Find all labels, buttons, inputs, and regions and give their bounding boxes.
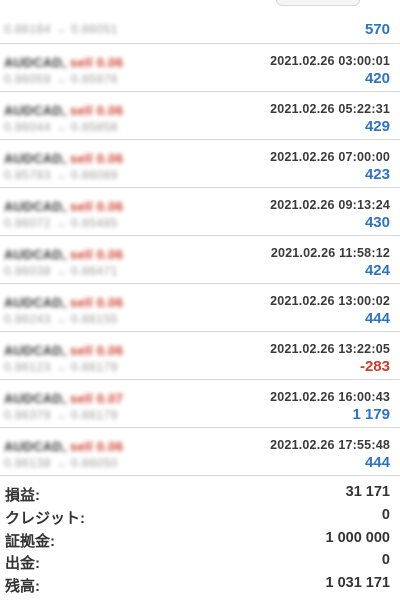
trade-profit: 444 [364, 310, 390, 327]
trade-symbol: AUDCAD, sell 0.06 [4, 295, 123, 310]
trade-prices: 0.86038 → 0.86471 [4, 264, 118, 278]
trade-side: sell 0.06 [69, 199, 124, 214]
trade-time: 2021.02.26 13:22:05 [270, 342, 390, 356]
trade-time: 2021.02.26 03:00:01 [270, 54, 390, 68]
trade-symbol-name: AUDCAD, [4, 151, 67, 166]
trade-profit: 424 [364, 262, 390, 279]
summary-row-balance: 残高: 1 031 171 [0, 573, 400, 596]
trade-profit: 429 [364, 118, 390, 135]
trade-profit: 420 [364, 70, 390, 87]
summary-row-profit: 損益: 31 171 [0, 482, 400, 505]
trade-prices: 0.86379 → 0.86179 [4, 408, 118, 422]
summary-value: 0 [381, 506, 390, 523]
trade-symbol-name: AUDCAD, [4, 391, 67, 406]
summary-row-withdrawal: 出金: 0 [0, 550, 400, 573]
trade-profit: -283 [359, 358, 390, 375]
trade-symbol: AUDCAD, sell 0.06 [4, 55, 123, 70]
trade-profit: 444 [364, 454, 390, 471]
trade-row[interactable]: AUDCAD, sell 0.06 0.86123 → 0.86179 2021.0… [0, 332, 400, 380]
trade-symbol-name: AUDCAD, [4, 55, 67, 70]
summary-label: 証拠金: [5, 532, 55, 550]
trade-side: sell 0.07 [69, 391, 124, 406]
trade-time: 2021.02.26 09:13:24 [270, 198, 390, 212]
summary-label: 出金: [5, 555, 40, 573]
trade-symbol: AUDCAD, sell 0.06 [4, 199, 123, 214]
trade-symbol-name: AUDCAD, [4, 343, 67, 358]
trade-profit: 430 [364, 214, 390, 231]
trade-symbol-name: AUDCAD, [4, 439, 67, 454]
trade-side: sell 0.06 [69, 55, 124, 70]
trade-symbol: AUDCAD, sell 0.07 [4, 391, 123, 406]
trade-row[interactable]: AUDCAD, sell 0.06 0.86038 → 0.86471 2021.0… [0, 236, 400, 284]
trade-prices: 0.86123 → 0.86179 [4, 360, 118, 374]
trade-row[interactable]: AUDCAD, sell 0.06 0.86044 → 0.85858 2021.0… [0, 92, 400, 140]
summary-value: 1 031 171 [325, 575, 390, 592]
trade-prices: 0.86184 → 0.86051 [4, 22, 118, 36]
trade-prices: 0.86138 → 0.86050 [4, 456, 118, 470]
trade-symbol-name: AUDCAD, [4, 295, 67, 310]
trade-profit: 1 179 [352, 406, 390, 423]
summary-label: 残高: [5, 578, 40, 596]
trade-prices: 0.86072 → 0.85485 [4, 216, 118, 230]
trade-symbol: AUDCAD, sell 0.06 [4, 247, 123, 262]
trade-row[interactable]: AUDCAD, sell 0.06 0.85783 → 0.86089 2021.0… [0, 140, 400, 188]
trade-symbol-name: AUDCAD, [4, 247, 67, 262]
top-bar [0, 0, 400, 8]
trade-time: 2021.02.26 17:55:48 [270, 438, 390, 452]
trade-side: sell 0.06 [69, 103, 124, 118]
trade-side: sell 0.06 [69, 295, 124, 310]
trade-row-partial[interactable]: 0.86184 → 0.86051 570 [0, 8, 400, 44]
trade-row[interactable]: AUDCAD, sell 0.07 0.86379 → 0.86179 2021.0… [0, 380, 400, 428]
trade-prices: 0.85783 → 0.86089 [4, 168, 118, 182]
summary-label: クレジット: [5, 509, 85, 527]
trade-symbol-name: AUDCAD, [4, 103, 67, 118]
trade-prices: 0.86059 → 0.85976 [4, 72, 118, 86]
trade-time: 2021.02.26 07:00:00 [270, 150, 390, 164]
trade-symbol: AUDCAD, sell 0.06 [4, 151, 123, 166]
trade-symbol-name: AUDCAD, [4, 199, 67, 214]
trade-row[interactable]: AUDCAD, sell 0.06 0.86072 → 0.85485 2021.0… [0, 188, 400, 236]
trade-prices: 0.86243 → 0.86155 [4, 312, 118, 326]
summary-row-credit: クレジット: 0 [0, 505, 400, 528]
trade-side: sell 0.06 [69, 439, 124, 454]
trade-profit: 423 [364, 166, 390, 183]
trade-prices: 0.86044 → 0.85858 [4, 120, 118, 134]
trade-time: 2021.02.26 05:22:31 [270, 102, 390, 116]
trade-time: 2021.02.26 16:00:43 [270, 390, 390, 404]
trade-side: sell 0.06 [69, 247, 124, 262]
trade-row[interactable]: AUDCAD, sell 0.06 0.86243 → 0.86155 2021.0… [0, 284, 400, 332]
trade-side: sell 0.06 [69, 151, 124, 166]
account-summary: 損益: 31 171 クレジット: 0 証拠金: 1 000 000 出金: 0… [0, 482, 400, 596]
summary-value: 31 171 [345, 484, 390, 500]
trade-row[interactable]: AUDCAD, sell 0.06 0.86059 → 0.85976 2021.0… [0, 44, 400, 92]
trade-row[interactable]: AUDCAD, sell 0.06 0.86138 → 0.86050 2021.0… [0, 428, 400, 476]
summary-row-deposit: 証拠金: 1 000 000 [0, 528, 400, 551]
trade-profit: 570 [364, 21, 390, 38]
summary-value: 1 000 000 [325, 529, 390, 546]
trade-symbol: AUDCAD, sell 0.06 [4, 439, 123, 454]
top-tab-pill[interactable] [276, 0, 360, 6]
trade-symbol: AUDCAD, sell 0.06 [4, 343, 123, 358]
trade-time: 2021.02.26 11:58:12 [270, 246, 390, 260]
summary-label: 損益: [5, 487, 40, 504]
trade-symbol: AUDCAD, sell 0.06 [4, 103, 123, 118]
summary-value: 0 [381, 552, 390, 569]
trade-time: 2021.02.26 13:00:02 [270, 294, 390, 308]
trade-side: sell 0.06 [69, 343, 124, 358]
